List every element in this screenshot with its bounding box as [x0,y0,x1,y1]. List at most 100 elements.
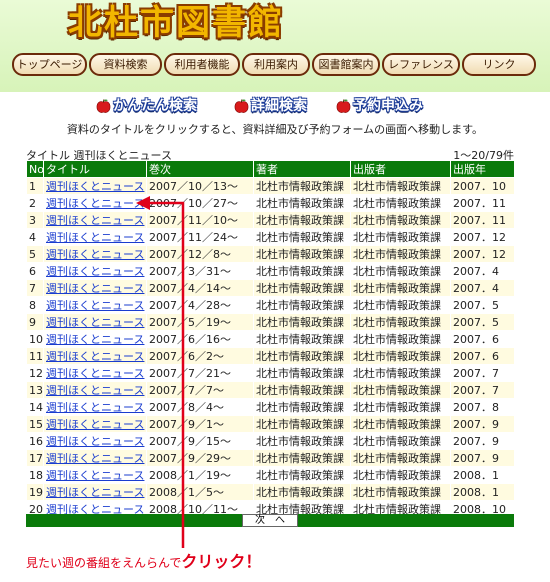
row-volume-cell: 2008／1／5～ [146,483,254,501]
row-title-link[interactable]: 週刊ほくとニュース [46,316,144,329]
row-volume-cell: 2007／9／29～ [146,449,254,467]
row-title-link[interactable]: 週刊ほくとニュース [46,248,144,261]
row-title-link[interactable]: 週刊ほくとニュース [46,486,144,499]
row-author-cell: 北杜市情報政策課 [253,313,351,331]
row-publisher-cell: 北杜市情報政策課 [350,483,451,501]
apple-icon [96,99,111,113]
row-author-cell: 北杜市情報政策課 [253,177,351,195]
simple-search-link[interactable]: かんたん検索 [96,96,197,116]
reservation-link[interactable]: 予約申込み [336,96,423,116]
row-author-cell: 北杜市情報政策課 [253,432,351,450]
apple-icon [336,99,351,113]
row-title-link[interactable]: 週刊ほくとニュース [46,350,144,363]
row-title-link[interactable]: 週刊ほくとニュース [46,333,144,346]
row-year-cell: 2007．12 [450,245,515,263]
row-publisher-cell: 北杜市情報政策課 [350,415,451,433]
advanced-search-link[interactable]: 詳細検索 [234,96,307,116]
row-author-cell: 北杜市情報政策課 [253,449,351,467]
nav-material-search[interactable]: 資料検索 [89,53,162,76]
row-volume-cell: 2007／6／16～ [146,330,254,348]
row-title-link[interactable]: 週刊ほくとニュース [46,180,144,193]
row-author-cell: 北杜市情報政策課 [253,466,351,484]
row-number-cell: 16 [26,432,44,450]
table-row: 13 週刊ほくとニュース 2007／7／7～ 北杜市情報政策課 北杜市情報政策課 2007… [26,381,515,399]
row-publisher-cell: 北杜市情報政策課 [350,211,451,229]
row-year-cell: 2007．4 [450,279,515,297]
col-header-title: タイトル [43,160,147,178]
row-year-cell: 2008．1 [450,466,515,484]
nav-links[interactable]: リンク [462,53,536,76]
table-header-row: No タイトル 巻次 著者 出版者 出版年 [26,160,515,178]
row-year-cell: 2007．4 [450,262,515,280]
row-title-cell: 週刊ほくとニュース [43,194,147,212]
row-title-cell: 週刊ほくとニュース [43,347,147,365]
row-author-cell: 北杜市情報政策課 [253,381,351,399]
row-author-cell: 北杜市情報政策課 [253,194,351,212]
col-header-publisher: 出版者 [350,160,451,178]
row-title-link[interactable]: 週刊ほくとニュース [46,418,144,431]
nav-user-functions[interactable]: 利用者機能 [164,53,240,76]
row-title-link[interactable]: 週刊ほくとニュース [46,469,144,482]
row-title-link[interactable]: 週刊ほくとニュース [46,299,144,312]
row-number-cell: 14 [26,398,44,416]
site-logo[interactable]: 北杜市図書館 [68,2,284,44]
row-publisher-cell: 北杜市情報政策課 [350,432,451,450]
row-number-cell: 7 [26,279,44,297]
search-links: かんたん検索 詳細検索 予約申込み [96,96,456,116]
row-title-link[interactable]: 週刊ほくとニュース [46,282,144,295]
nav-library-guide[interactable]: 図書館案内 [312,53,380,76]
row-number-cell: 19 [26,483,44,501]
col-header-volume: 巻次 [146,160,254,178]
row-title-cell: 週刊ほくとニュース [43,313,147,331]
row-volume-cell: 2007／4／14～ [146,279,254,297]
row-number-cell: 6 [26,262,44,280]
row-number-cell: 5 [26,245,44,263]
row-volume-cell: 2007／3／31～ [146,262,254,280]
row-number-cell: 17 [26,449,44,467]
next-page-button[interactable]: 次 へ [242,514,298,527]
table-row: 10 週刊ほくとニュース 2007／6／16～ 北杜市情報政策課 北杜市情報政策課 200… [26,330,515,348]
row-title-link[interactable]: 週刊ほくとニュース [46,197,144,210]
row-title-link[interactable]: 週刊ほくとニュース [46,452,144,465]
row-title-link[interactable]: 週刊ほくとニュース [46,231,144,244]
row-year-cell: 2007．8 [450,398,515,416]
row-year-cell: 2007．7 [450,364,515,382]
row-publisher-cell: 北杜市情報政策課 [350,228,451,246]
row-number-cell: 8 [26,296,44,314]
row-number-cell: 18 [26,466,44,484]
row-title-cell: 週刊ほくとニュース [43,415,147,433]
row-number-cell: 3 [26,211,44,229]
row-year-cell: 2007．9 [450,415,515,433]
table-row: 1 週刊ほくとニュース 2007／10／13～ 北杜市情報政策課 北杜市情報政策課 200… [26,177,515,195]
row-title-link[interactable]: 週刊ほくとニュース [46,265,144,278]
table-row: 19 週刊ほくとニュース 2008／1／5～ 北杜市情報政策課 北杜市情報政策課 2008… [26,483,515,501]
row-author-cell: 北杜市情報政策課 [253,211,351,229]
row-volume-cell: 2007／8／4～ [146,398,254,416]
row-title-link[interactable]: 週刊ほくとニュース [46,384,144,397]
row-year-cell: 2007．10 [450,177,515,195]
row-author-cell: 北杜市情報政策課 [253,347,351,365]
nav-reference[interactable]: レファレンス [382,53,460,76]
row-year-cell: 2007．6 [450,330,515,348]
row-title-link[interactable]: 週刊ほくとニュース [46,435,144,448]
annotation-emphasis: クリック！ [181,552,262,571]
table-row: 6 週刊ほくとニュース 2007／3／31～ 北杜市情報政策課 北杜市情報政策課 2007… [26,262,515,280]
row-title-cell: 週刊ほくとニュース [43,245,147,263]
row-year-cell: 2008．1 [450,483,515,501]
row-title-link[interactable]: 週刊ほくとニュース [46,401,144,414]
row-volume-cell: 2007／4／28～ [146,296,254,314]
row-publisher-cell: 北杜市情報政策課 [350,398,451,416]
row-title-link[interactable]: 週刊ほくとニュース [46,214,144,227]
row-number-cell: 15 [26,415,44,433]
row-title-link[interactable]: 週刊ほくとニュース [46,367,144,380]
row-publisher-cell: 北杜市情報政策課 [350,449,451,467]
nav-top-page[interactable]: トップページ [12,53,87,76]
row-number-cell: 1 [26,177,44,195]
row-year-cell: 2007．11 [450,194,515,212]
row-volume-cell: 2007／9／15～ [146,432,254,450]
table-row: 11 週刊ほくとニュース 2007／6／2～ 北杜市情報政策課 北杜市情報政策課 2007… [26,347,515,365]
nav-usage-guide[interactable]: 利用案内 [242,53,310,76]
table-row: 8 週刊ほくとニュース 2007／4／28～ 北杜市情報政策課 北杜市情報政策課 2007… [26,296,515,314]
table-row: 18 週刊ほくとニュース 2008／1／19～ 北杜市情報政策課 北杜市情報政策課 200… [26,466,515,484]
row-title-cell: 週刊ほくとニュース [43,364,147,382]
